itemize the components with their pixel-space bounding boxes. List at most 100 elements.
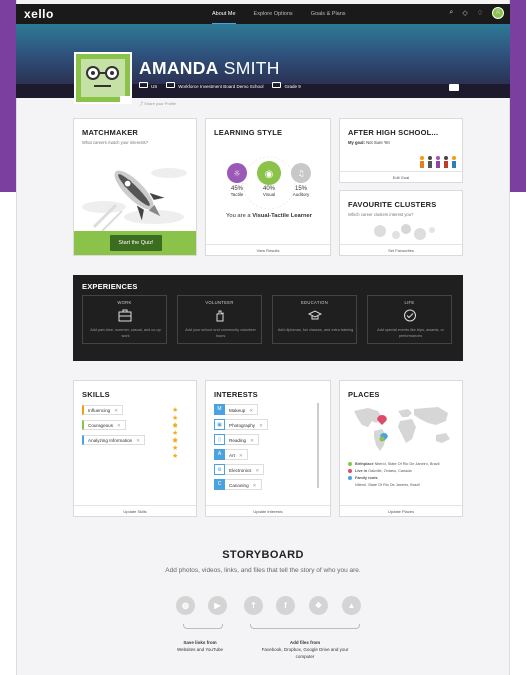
skill-item[interactable]: Analyzing Information ✕ ★ ★ ★ [82, 435, 178, 460]
experience-education-desc: Add diplomas, fun classes, and extra tra… [277, 328, 354, 332]
place-birthplace: Birthplace Niterói, State Of Rio De Jane… [348, 462, 439, 466]
live-in-pin [377, 415, 387, 425]
photography-icon: ▣ [214, 419, 225, 430]
flag-icon [139, 82, 148, 88]
graduation-cap-icon [308, 310, 322, 320]
matchmaker-card: MATCHMAKER What careers match your inter… [73, 118, 197, 256]
links-brace [183, 624, 223, 629]
country-info: US [139, 82, 157, 89]
reading-icon: ▯ [214, 434, 225, 445]
shield-icon[interactable]: ◇ [462, 9, 467, 17]
edit-goal-link[interactable]: Edit Goal [340, 171, 462, 182]
interests-scrollbar[interactable] [317, 403, 319, 488]
nav-explore-options[interactable]: Explore Options [254, 4, 293, 24]
interests-title: INTERESTS [214, 390, 258, 399]
skill-chip: Analyzing Information ✕ [82, 435, 146, 445]
update-interests-link[interactable]: Update Interests [206, 505, 330, 516]
user-avatar[interactable]: A [492, 7, 504, 19]
places-card: PLACES Birthplace Niterói, State Of Rio … [339, 380, 463, 517]
tactile-label: Tactile [230, 192, 244, 197]
facebook-icon[interactable]: f [276, 596, 295, 615]
experience-volunteer[interactable]: VOLUNTEER Add your school and community … [177, 295, 262, 344]
remove-icon[interactable]: ✕ [253, 483, 257, 488]
experience-education-label: EDUCATION [300, 300, 329, 305]
experience-work-desc: Add part-time, summer, casual, and co-op… [90, 328, 161, 338]
nav-about-me[interactable]: About Me [212, 4, 236, 24]
result-prefix: You are a [226, 213, 253, 219]
remove-icon[interactable]: ✕ [114, 408, 118, 413]
interest-label: Electronics [229, 468, 252, 473]
matchmaker-title: MATCHMAKER [82, 128, 139, 137]
dropbox-icon[interactable]: ❖ [309, 596, 328, 615]
globe-icon[interactable]: ◍ [176, 596, 195, 615]
files-caption-body-2: computer [295, 654, 315, 659]
learning-style-title: LEARNING STYLE [214, 128, 283, 137]
share-profile-link[interactable]: ⤴ Share your Profile [139, 101, 176, 107]
experience-life[interactable]: LIFE Add special events like trips, awar… [367, 295, 452, 344]
upload-icon[interactable]: ⇡ [244, 596, 263, 615]
auditory-stat: 15% Auditory [286, 186, 316, 198]
favourite-clusters-title: FAVOURITE CLUSTERS [348, 200, 437, 209]
set-favourites-link[interactable]: Set Favourites [340, 244, 462, 255]
skill-item[interactable]: Influencing ✕ ★ ★ ★ [82, 405, 178, 430]
skills-card: SKILLS Influencing ✕ ★ ★ ★ Courageous ✕ ★ … [73, 380, 197, 517]
canoeing-icon: C [214, 479, 225, 490]
skill-label: Influencing [88, 408, 111, 413]
storyboard-title: STORYBOARD [222, 549, 304, 561]
bell-icon[interactable]: ♢ [477, 9, 483, 17]
skill-item[interactable]: Courageous ✕ ★ ★ ★ [82, 420, 178, 445]
links-caption-body: Websites and YouTube [176, 647, 224, 652]
nav-links: About Me Explore Options Goals & Plans [212, 4, 346, 24]
remove-icon[interactable]: ✕ [259, 423, 263, 428]
electronics-icon: ⚙ [214, 464, 225, 475]
visual-label: Visual [262, 192, 276, 197]
checkmark-icon [404, 309, 416, 322]
youtube-icon[interactable]: ▶ [208, 596, 227, 615]
start-quiz-button[interactable]: Start the Quiz! [110, 235, 162, 251]
experiences-section: EXPERIENCES WORK Add part-time, summer, … [73, 275, 463, 361]
school-info: Workforce Investment Board Demo School [166, 82, 263, 89]
profile-info: US Workforce Investment Board Demo Schoo… [139, 82, 301, 89]
experience-work-label: WORK [117, 300, 132, 305]
clusters-icon [374, 224, 435, 240]
people-icon [420, 156, 456, 168]
experience-life-label: LIFE [404, 300, 415, 305]
school-icon [166, 82, 176, 88]
interest-item[interactable]: A Art ✕ [214, 449, 248, 460]
skills-title: SKILLS [82, 390, 110, 399]
remove-icon[interactable]: ✕ [136, 438, 140, 443]
live-in-label: Live in [355, 469, 368, 473]
profile-picture[interactable] [74, 52, 132, 104]
visual-stat: 40% Visual [254, 186, 284, 198]
banner-camera-icon[interactable] [449, 84, 459, 91]
experience-work[interactable]: WORK Add part-time, summer, casual, and … [82, 295, 167, 344]
google-drive-icon[interactable]: ▲ [342, 596, 361, 615]
files-caption-title: Add files from [289, 640, 321, 645]
remove-icon[interactable]: ✕ [255, 468, 259, 473]
remove-icon[interactable]: ✕ [239, 453, 243, 458]
update-places-link[interactable]: Update Places [340, 505, 462, 516]
update-skills-link[interactable]: Update Skills [74, 505, 196, 516]
remove-icon[interactable]: ✕ [249, 408, 253, 413]
interest-item[interactable]: M Makeup ✕ [214, 404, 259, 415]
experience-education[interactable]: EDUCATION Add diplomas, fun classes, and… [272, 295, 357, 344]
view-results-link[interactable]: View Results [206, 244, 330, 255]
svg-text:◉: ◉ [265, 169, 274, 180]
remove-icon[interactable]: ✕ [250, 438, 254, 443]
auditory-label: Auditory [292, 192, 310, 197]
interest-item[interactable]: ⚙ Electronics ✕ [214, 464, 265, 475]
interest-item[interactable]: ▯ Reading ✕ [214, 434, 259, 445]
search-icon[interactable]: ⌕ [449, 9, 453, 17]
world-map[interactable] [348, 403, 456, 453]
remove-icon[interactable]: ✕ [117, 423, 121, 428]
interest-item[interactable]: C Canoeing ✕ [214, 479, 262, 490]
favourite-clusters-card: FAVOURITE CLUSTERS Which career clusters… [339, 190, 463, 256]
interest-item[interactable]: ▣ Photography ✕ [214, 419, 268, 430]
after-high-school-card: AFTER HIGH SCHOOL... My goal: Not Sure Y… [339, 118, 463, 183]
xello-logo[interactable]: xello [24, 7, 54, 21]
birthplace-pin [379, 436, 385, 442]
profile-name: AMANDA SMITH [139, 58, 280, 79]
nav-goals-plans[interactable]: Goals & Plans [311, 4, 346, 24]
experience-life-desc: Add special events like trips, awards, o… [377, 328, 444, 338]
storyboard-subtitle: Add photos, videos, links, and files tha… [165, 567, 361, 574]
